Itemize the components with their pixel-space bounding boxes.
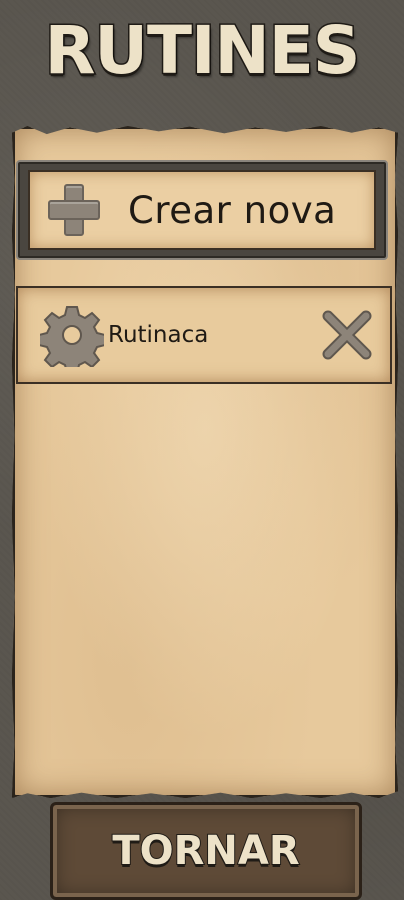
back-button[interactable]: TORNAR bbox=[50, 802, 362, 900]
routine-name: Rutinaca bbox=[108, 322, 209, 348]
list-item[interactable]: Rutinaca bbox=[16, 286, 392, 384]
back-button-label: TORNAR bbox=[111, 827, 300, 875]
page-title: RUTINES bbox=[43, 12, 362, 89]
create-routine-button-face[interactable]: Crear nova bbox=[28, 170, 376, 250]
plus-icon bbox=[46, 182, 102, 238]
close-icon[interactable] bbox=[320, 308, 374, 362]
create-routine-button[interactable]: Crear nova bbox=[16, 160, 388, 260]
create-routine-label: Crear nova bbox=[128, 188, 337, 232]
gear-icon[interactable] bbox=[40, 303, 104, 367]
